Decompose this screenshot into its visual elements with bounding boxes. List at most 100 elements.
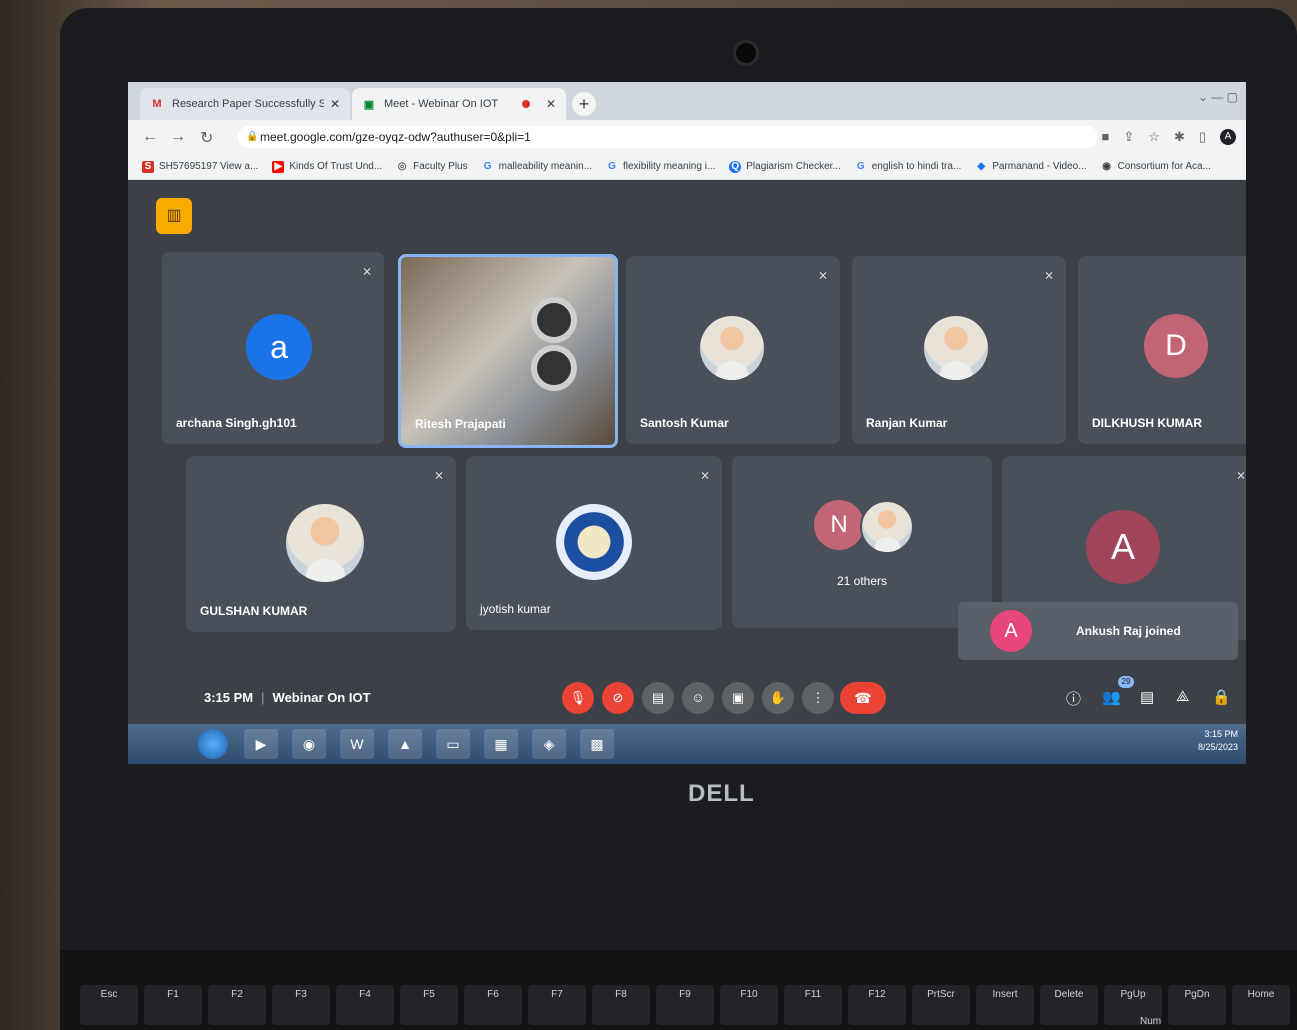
participant-tile[interactable]: ⨯ D DILKHUSH KUMAR bbox=[1078, 256, 1246, 444]
new-tab-button[interactable]: + bbox=[572, 92, 596, 116]
participant-video-tile[interactable]: Ritesh Prajapati bbox=[398, 254, 618, 448]
bookmark-item[interactable]: ▶ Kinds Of Trust Und... bbox=[272, 160, 382, 173]
key[interactable]: F3 bbox=[272, 985, 330, 1025]
plagiarism-icon: Q bbox=[729, 160, 742, 173]
participant-tile[interactable]: ⨯ GULSHAN KUMAR bbox=[186, 456, 456, 632]
app-icon[interactable]: ▦ bbox=[484, 729, 518, 759]
bookmark-item[interactable]: Gmalleability meanin... bbox=[482, 161, 592, 173]
present-button[interactable]: ▣ bbox=[722, 682, 754, 714]
key[interactable]: F10 bbox=[720, 985, 778, 1025]
extensions-icon[interactable]: ✱ bbox=[1174, 129, 1185, 145]
key[interactable]: Home bbox=[1232, 985, 1290, 1025]
mic-toggle-button[interactable]: 🎙 bbox=[562, 682, 594, 714]
tab-title: Meet - Webinar On IOT bbox=[384, 98, 499, 110]
browser-tools: ■ ⇪ ☆ ✱ ▯ A bbox=[1102, 129, 1236, 145]
key[interactable]: PgDn bbox=[1168, 985, 1226, 1025]
star-icon[interactable]: ☆ bbox=[1148, 129, 1160, 145]
emoji-button[interactable]: ☺ bbox=[682, 682, 714, 714]
key[interactable]: PrtScr bbox=[912, 985, 970, 1025]
mic-off-icon: ⨯ bbox=[433, 468, 444, 482]
media-player-icon[interactable]: ▶ bbox=[244, 729, 278, 759]
captions-button[interactable]: ▤ bbox=[642, 682, 674, 714]
key[interactable]: F12 bbox=[848, 985, 906, 1025]
laptop-screen: M Research Paper Successfully Sub ✕ ▣ Me… bbox=[128, 82, 1246, 764]
join-notification: A Ankush Raj joined bbox=[958, 602, 1238, 660]
system-clock[interactable]: 3:15 PM 8/25/2023 bbox=[1198, 728, 1238, 754]
back-icon[interactable]: ← bbox=[142, 128, 158, 146]
people-icon[interactable]: 👥 bbox=[1102, 688, 1121, 706]
app-icon[interactable]: ◈ bbox=[532, 729, 566, 759]
key[interactable]: F5 bbox=[400, 985, 458, 1025]
meet-control-bar: 3:15 PM | Webinar On IOT 🎙 ⊘ ▤ ☺ ▣ ✋ ⋮ ☎ ⓘ… bbox=[128, 674, 1246, 724]
key[interactable]: F2 bbox=[208, 985, 266, 1025]
others-tile[interactable]: N 21 others bbox=[732, 456, 992, 628]
profile-avatar[interactable]: A bbox=[1220, 129, 1236, 145]
participant-name: GULSHAN KUMAR bbox=[200, 604, 308, 618]
participant-name: Santosh Kumar bbox=[640, 416, 729, 430]
start-button[interactable] bbox=[198, 729, 228, 759]
tab-meet[interactable]: ▣ Meet - Webinar On IOT ✕ bbox=[352, 88, 566, 120]
raise-hand-button[interactable]: ✋ bbox=[762, 682, 794, 714]
key[interactable]: F4 bbox=[336, 985, 394, 1025]
info-icon[interactable]: ⓘ bbox=[1066, 688, 1081, 709]
key[interactable]: F9 bbox=[656, 985, 714, 1025]
youtube-icon: ▶ bbox=[272, 160, 285, 173]
avatar: a bbox=[246, 314, 312, 380]
clock-date: 8/25/2023 bbox=[1197, 742, 1238, 752]
participant-tile[interactable]: ⨯ Ranjan Kumar bbox=[852, 256, 1066, 444]
recording-dot-icon bbox=[521, 100, 530, 108]
key[interactable]: F6 bbox=[464, 985, 522, 1025]
close-icon[interactable]: ✕ bbox=[330, 97, 340, 111]
google-icon: G bbox=[483, 160, 492, 172]
tab-gmail[interactable]: M Research Paper Successfully Sub ✕ bbox=[140, 88, 350, 120]
key[interactable]: Delete bbox=[1040, 985, 1098, 1025]
avatar: N bbox=[814, 500, 864, 550]
participant-name: DILKHUSH KUMAR bbox=[1092, 416, 1202, 430]
vlc-icon[interactable]: ▲ bbox=[388, 729, 422, 759]
address-bar[interactable]: 🔒 meet.google.com/gze-oyqz-odw?authuser=… bbox=[238, 126, 1098, 148]
camera-icon[interactable]: ■ bbox=[1102, 129, 1110, 145]
bookmark-item[interactable]: S SH57695197 View a... bbox=[142, 160, 258, 173]
key[interactable]: Esc bbox=[80, 985, 138, 1025]
host-controls-icon[interactable]: 🔒 bbox=[1212, 688, 1231, 706]
chat-icon[interactable]: ▤ bbox=[1140, 688, 1154, 706]
leave-call-button[interactable]: ☎ bbox=[840, 682, 886, 714]
bookmark-item[interactable]: ◉ Consortium for Aca... bbox=[1101, 161, 1211, 173]
key[interactable]: F8 bbox=[592, 985, 650, 1025]
camera-toggle-button[interactable]: ⊘ bbox=[602, 682, 634, 714]
bookmark-item[interactable]: Q Plagiarism Checker... bbox=[729, 160, 841, 173]
sidepanel-icon[interactable]: ▯ bbox=[1199, 129, 1206, 145]
app-icon[interactable]: ▩ bbox=[580, 729, 614, 759]
window-controls[interactable]: ⌄ — ▢ bbox=[1198, 90, 1238, 104]
bookmark-item[interactable]: Gflexibility meaning i... bbox=[606, 161, 715, 173]
meet-room-icon[interactable]: ▥ bbox=[156, 198, 192, 234]
key[interactable]: F11 bbox=[784, 985, 842, 1025]
participant-tile[interactable]: ⨯ Santosh Kumar bbox=[626, 256, 840, 444]
share-icon[interactable]: ⇪ bbox=[1123, 129, 1134, 145]
bookmark-item[interactable]: ◎ Faculty Plus bbox=[396, 160, 468, 173]
bookmark-icon: ◎ bbox=[397, 160, 407, 172]
word-icon[interactable]: W bbox=[340, 729, 374, 759]
bookmark-item[interactable]: Genglish to hindi tra... bbox=[855, 161, 961, 173]
avatar bbox=[286, 504, 364, 582]
close-icon[interactable]: ✕ bbox=[546, 97, 556, 111]
folder-icon[interactable]: ▭ bbox=[436, 729, 470, 759]
reload-icon[interactable]: ↻ bbox=[200, 128, 213, 148]
bookmark-icon: ◆ bbox=[977, 160, 986, 172]
tab-title: Research Paper Successfully Sub bbox=[172, 98, 324, 110]
bookmark-icon: S bbox=[142, 160, 154, 173]
key[interactable]: Insert bbox=[976, 985, 1034, 1025]
key[interactable]: F7 bbox=[528, 985, 586, 1025]
lock-icon: 🔒 bbox=[246, 131, 259, 142]
bookmark-item[interactable]: ◆ Parmanand - Video... bbox=[975, 161, 1086, 173]
activities-icon[interactable]: ⟁ bbox=[1176, 688, 1189, 705]
chrome-icon[interactable]: ◉ bbox=[292, 729, 326, 759]
avatar bbox=[700, 316, 764, 380]
college-logo-avatar bbox=[556, 504, 632, 580]
key[interactable]: F1 bbox=[144, 985, 202, 1025]
dell-logo: DELL bbox=[688, 780, 755, 807]
participant-tile[interactable]: ⨯ jyotish kumar bbox=[466, 456, 722, 630]
forward-icon[interactable]: → bbox=[170, 128, 186, 146]
more-options-button[interactable]: ⋮ bbox=[802, 682, 834, 714]
participant-tile[interactable]: ⨯ a archana Singh.gh101 bbox=[162, 252, 384, 444]
